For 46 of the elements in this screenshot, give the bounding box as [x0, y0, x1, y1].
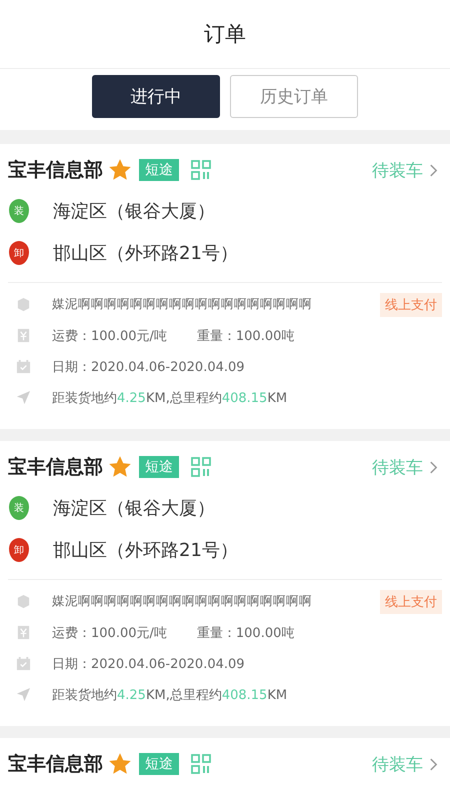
route-tag: 短途 [139, 159, 179, 181]
freight-text: 运费：100.00元/吨 [52, 328, 167, 344]
weight-text: 重量：100.00吨 [196, 624, 294, 642]
pin-icon: 装 [9, 199, 29, 223]
company-name: 宝丰信息部 [8, 752, 103, 777]
order-card[interactable]: 宝丰信息部 短途 待装车 装 海淀区（银谷大厦） 卸 邯山区（外环路21号） 媒泥啊啊啊啊啊啊啊啊啊啊啊啊啊啊啊啊啊啊 线上支付 运费：100.00元/吨 重量：100.00吨 日期：2020.04.06-2020.04.09 距装货地约4.25KM,总里程约408.15KM [0, 441, 450, 726]
date-text: 日期：2020.04.06-2020.04.09 [52, 358, 245, 376]
goods-name: 媒泥啊啊啊啊啊啊啊啊啊啊啊啊啊啊啊啊啊啊 [52, 296, 313, 313]
payment-badge: 线上支付 [380, 292, 442, 316]
price-icon [16, 625, 31, 640]
box-icon [16, 594, 31, 609]
pin-icon: 卸 [9, 241, 29, 265]
price-icon [16, 328, 31, 343]
chevron-right-icon [429, 460, 438, 474]
distance-text: 距装货地约4.25KM,总里程约408.15KM [52, 390, 288, 406]
chevron-right-icon [429, 162, 438, 178]
calendar-icon [16, 656, 31, 671]
qr-code-icon[interactable] [191, 160, 211, 180]
qr-code-icon[interactable] [191, 457, 211, 477]
route-tag: 短途 [139, 753, 179, 775]
calendar-icon [16, 359, 31, 374]
navigation-icon [16, 687, 31, 702]
tab[interactable]: 进行中 [92, 75, 220, 118]
payment-badge: 线上支付 [380, 590, 442, 614]
route-tag: 短途 [139, 456, 179, 478]
distance-text: 距装货地约4.25KM,总里程约408.15KM [52, 686, 288, 704]
tab[interactable]: 历史订单 [230, 75, 358, 118]
box-icon [16, 297, 31, 312]
chevron-right-icon [429, 756, 438, 772]
freight-text: 运费：100.00元/吨 [52, 624, 167, 642]
loading-address: 海淀区（银谷大厦） [53, 200, 215, 223]
company-name: 宝丰信息部 [8, 455, 103, 480]
pin-icon: 卸 [9, 538, 29, 562]
loading-address: 海淀区（银谷大厦） [53, 497, 215, 520]
order-card[interactable]: 宝丰信息部 短途 待装车 装 海淀区（银谷大厦） 卸 邯山区（外环路21号） 媒泥啊啊啊啊啊啊啊啊啊啊啊啊啊啊啊啊啊啊 线上支付 运费：100.00元/吨 重量：100.00吨 日期：2020.04.06-2020.04.09 距装货地约4.25KM,总里程约408.15KM [0, 144, 450, 429]
date-text: 日期：2020.04.06-2020.04.09 [52, 656, 245, 672]
unloading-address: 邯山区（外环路21号） [53, 242, 238, 265]
navigation-icon [16, 390, 31, 405]
goods-name: 媒泥啊啊啊啊啊啊啊啊啊啊啊啊啊啊啊啊啊啊 [52, 593, 313, 610]
qr-code-icon[interactable] [191, 754, 211, 774]
pin-icon: 装 [9, 496, 29, 520]
unloading-address: 邯山区（外环路21号） [53, 539, 238, 562]
page-title: 订单 [204, 21, 246, 48]
weight-text: 重量：100.00吨 [196, 328, 294, 344]
company-name: 宝丰信息部 [8, 158, 103, 183]
order-card[interactable]: 宝丰信息部 短途 待装车 [0, 738, 450, 800]
